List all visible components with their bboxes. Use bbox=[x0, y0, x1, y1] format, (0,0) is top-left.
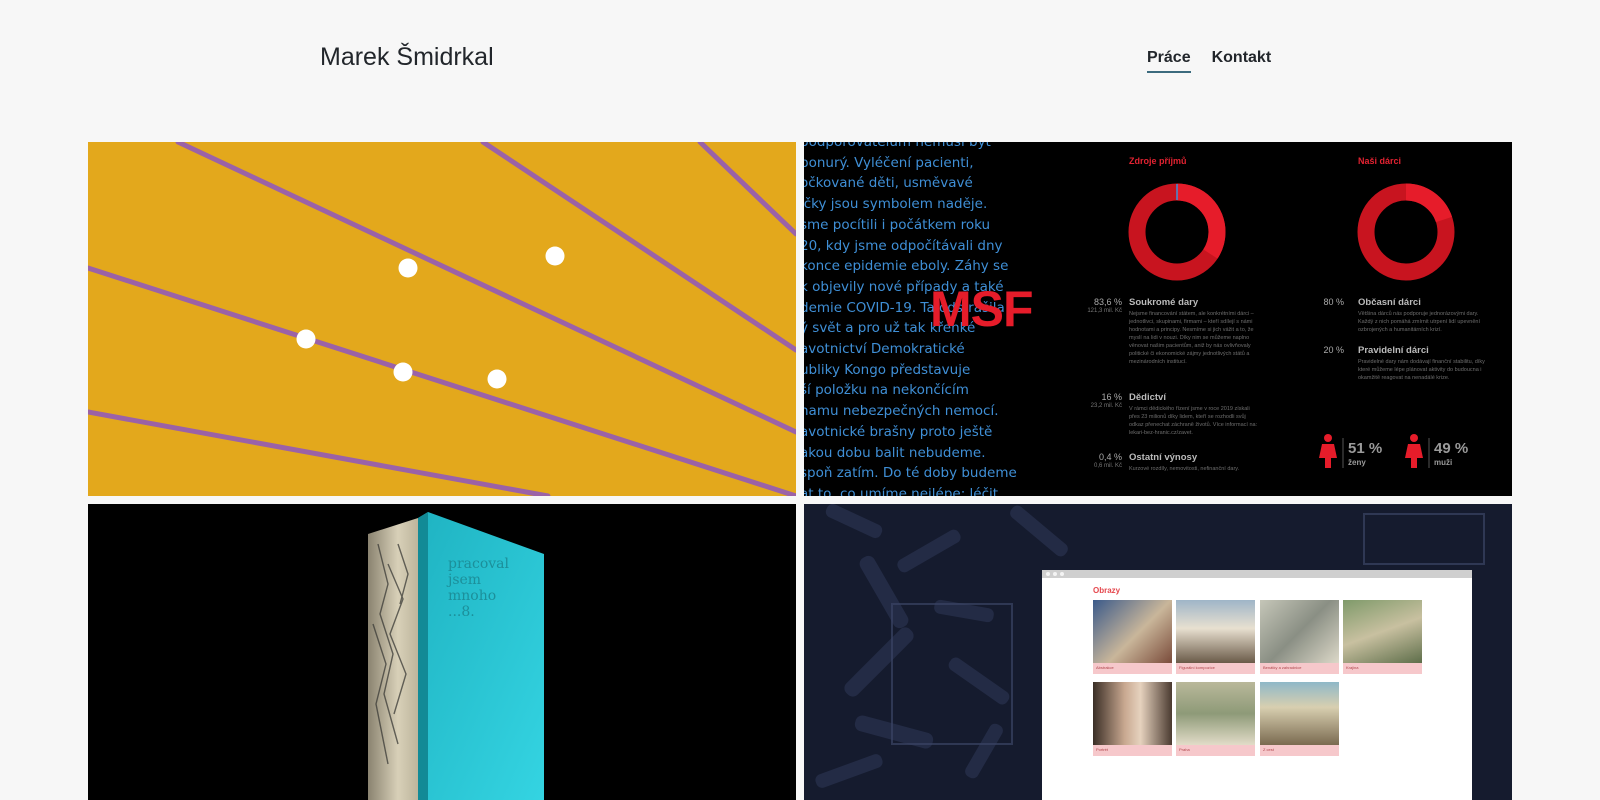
donor-desc: Pravidelné dary nám dodávají finanční st… bbox=[1358, 359, 1485, 381]
msf-text-line: ubliky Kongo představuje bbox=[804, 361, 971, 378]
gallery-card[interactable]: Portrét bbox=[1093, 682, 1172, 756]
women-pct: 51 % bbox=[1348, 440, 1383, 457]
msf-text-line: avotnické brašny proto ještě bbox=[804, 423, 993, 440]
income-title: Dědictví bbox=[1129, 392, 1166, 403]
msf-logo: MSF bbox=[930, 281, 1034, 337]
income-title: Ostatní výnosy bbox=[1129, 452, 1198, 463]
women-label: ženy bbox=[1348, 458, 1366, 467]
book-title-line: ...8. bbox=[448, 604, 475, 620]
msf-text-line: očkované děti, usměvavé bbox=[804, 175, 973, 192]
msf-text-line: 20, kdy jsme odpočítávali dny bbox=[804, 237, 1003, 254]
msf-text-line: sme pocítili i počátkem roku bbox=[804, 216, 991, 233]
painting-thumbnail bbox=[1260, 600, 1339, 663]
income-desc: V rámci dědického řízení jsme v roce 201… bbox=[1129, 406, 1258, 436]
msf-text-line: spoň zatím. Do té doby budeme bbox=[804, 465, 1017, 482]
main-nav: Práce Kontakt bbox=[1147, 49, 1271, 73]
income-pct: 0,4 % bbox=[1098, 452, 1122, 462]
income-sub: 121,3 mil. Kč bbox=[1087, 308, 1122, 314]
gallery-card-label: Figurální kompozice bbox=[1179, 665, 1215, 670]
donor-pct: 20 % bbox=[1323, 345, 1344, 355]
income-sub: 23,2 mil. Kč bbox=[1090, 403, 1122, 409]
gallery-card[interactable]: Praha bbox=[1176, 682, 1255, 756]
donor-title: Občasní dárci bbox=[1358, 297, 1421, 308]
site-header: Marek Šmidrkal Práce Kontakt bbox=[0, 0, 1600, 140]
project-tile-book[interactable]: pracoval jsem mnoho ...8. bbox=[88, 504, 796, 800]
book-title-line: pracoval bbox=[448, 556, 510, 572]
gallery-card[interactable]: Abstrakce bbox=[1093, 600, 1172, 674]
msf-text-line: ponurý. Vyléčení pacienti, bbox=[804, 154, 974, 171]
gallery-card[interactable]: Figurální kompozice bbox=[1176, 600, 1255, 674]
msf-text-line: ší položku na nekončícím bbox=[804, 382, 969, 399]
painting-thumbnail bbox=[1343, 600, 1422, 663]
income-desc: Kurzové rozdíly, nemovitosti, nefinanční… bbox=[1129, 466, 1240, 472]
income-pct: 16 % bbox=[1101, 392, 1122, 402]
nav-item-prace[interactable]: Práce bbox=[1147, 49, 1191, 73]
msf-text-line: konce epidemie eboly. Záhy se bbox=[804, 258, 1009, 275]
book-title: pracoval jsem mnoho ...8. bbox=[448, 556, 509, 620]
browser-mockup: Obrazy Abstrakce Figurální kompozice Ben… bbox=[1042, 570, 1472, 800]
browser-toolbar bbox=[1042, 570, 1472, 578]
men-pct: 49 % bbox=[1434, 440, 1469, 457]
donors-heading: Naši dárci bbox=[1358, 156, 1402, 166]
painting-thumbnail bbox=[1260, 682, 1339, 745]
income-title: Soukromé dary bbox=[1129, 297, 1199, 308]
gallery-card[interactable]: Krajina bbox=[1343, 600, 1422, 674]
msf-text-line: at to, co umíme nejlépe: léčit bbox=[804, 485, 999, 496]
gallery-card-label: Krajina bbox=[1346, 665, 1359, 670]
donor-pct: 80 % bbox=[1323, 297, 1344, 307]
painting-thumbnail bbox=[1176, 682, 1255, 745]
gallery-title: Obrazy bbox=[1093, 586, 1121, 595]
income-desc: Nejsme financování státem, ale konkrétní… bbox=[1129, 311, 1254, 365]
book-title-line: jsem bbox=[448, 572, 482, 588]
gallery-card-label: Portrét bbox=[1096, 747, 1109, 752]
nav-item-kontakt[interactable]: Kontakt bbox=[1212, 49, 1272, 73]
msf-text-line: akou dobu balit nebudeme. bbox=[804, 444, 986, 461]
msf-text-line: podporovatelům nemusí být bbox=[804, 142, 991, 150]
gallery-card-label: Praha bbox=[1179, 747, 1190, 752]
project-tile-yellow-lines[interactable] bbox=[88, 142, 796, 496]
project-tile-gallery-website[interactable]: Obrazy Abstrakce Figurální kompozice Ben… bbox=[804, 504, 1512, 800]
donor-desc: Většina dárců nás podporuje jednorázovým… bbox=[1358, 311, 1480, 333]
book-image bbox=[368, 512, 544, 800]
painting-thumbnail bbox=[1093, 600, 1172, 663]
gallery-card-label: Abstrakce bbox=[1096, 665, 1114, 670]
project-tile-msf-report[interactable]: podporovatelům nemusí být ponurý. Vyléče… bbox=[804, 142, 1512, 496]
gallery-card[interactable]: Benátky a zahradnice bbox=[1260, 600, 1339, 674]
donor-title: Pravidelní dárci bbox=[1358, 345, 1429, 356]
msf-text-line: namu nebezpečných nemocí. bbox=[804, 403, 999, 420]
msf-text-line: ičky jsou symbolem naděje. bbox=[804, 196, 988, 213]
msf-text-line: avotnictví Demokratické bbox=[804, 341, 965, 358]
painting-thumbnail bbox=[1176, 600, 1255, 663]
income-sub: 0,6 mil. Kč bbox=[1093, 463, 1122, 469]
site-title[interactable]: Marek Šmidrkal bbox=[320, 43, 494, 72]
painting-thumbnail bbox=[1093, 682, 1172, 745]
income-pct: 83,6 % bbox=[1093, 297, 1122, 307]
gallery-card-label: Z cest bbox=[1263, 747, 1274, 752]
men-label: muži bbox=[1434, 458, 1453, 467]
income-heading: Zdroje příjmů bbox=[1129, 156, 1187, 166]
book-title-line: mnoho bbox=[448, 588, 497, 604]
gallery-card-label: Benátky a zahradnice bbox=[1263, 665, 1302, 670]
yellow-lines-graphic bbox=[88, 142, 796, 496]
gallery-card[interactable]: Z cest bbox=[1260, 682, 1339, 756]
